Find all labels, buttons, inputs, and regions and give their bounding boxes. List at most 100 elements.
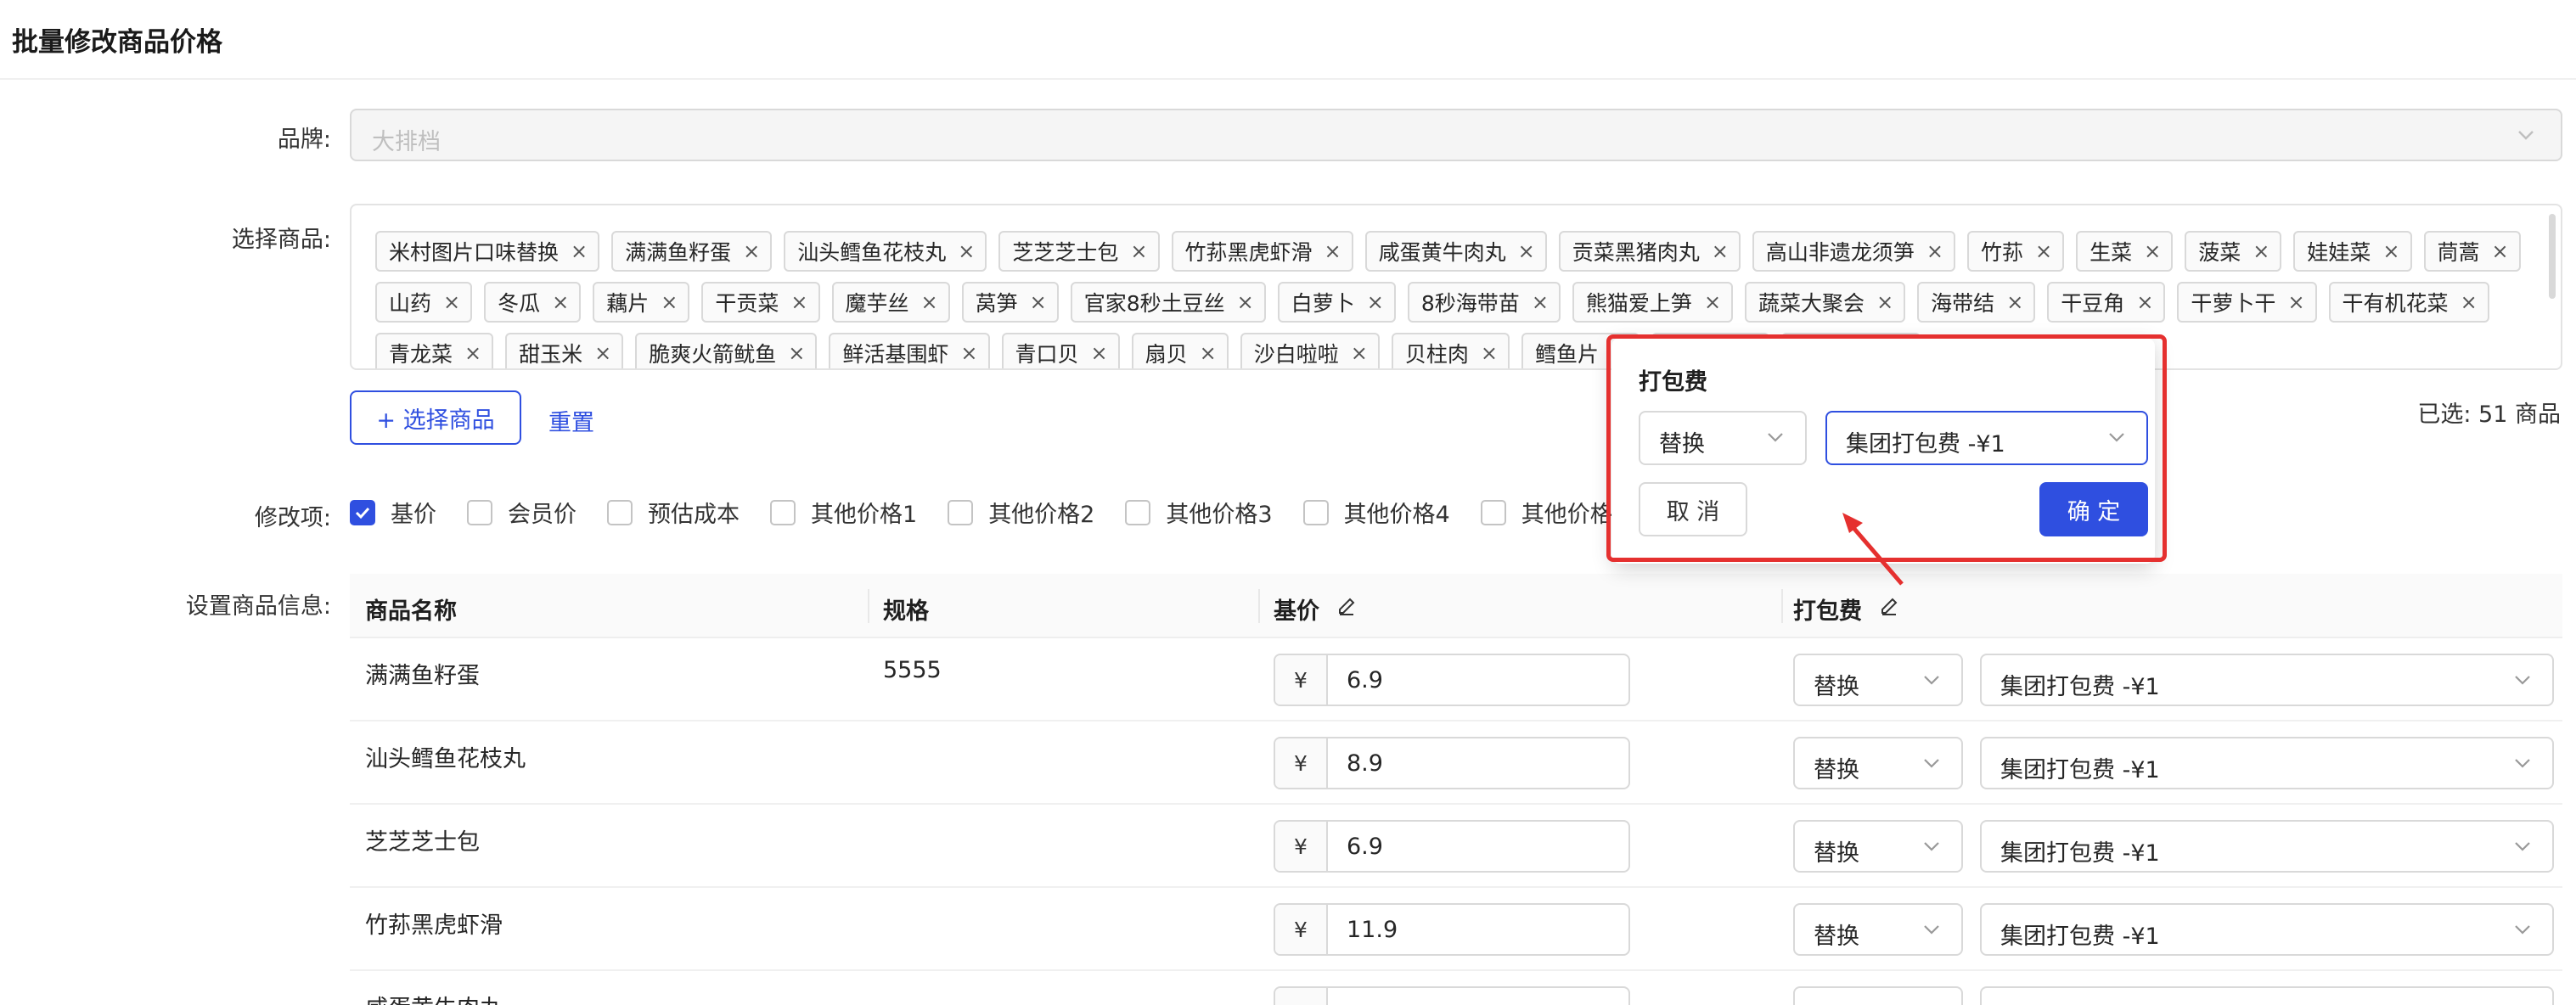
product-tag: 鲜活基围虾 × [829,333,990,368]
modify-option[interactable]: 其他价格5 [1480,496,1628,529]
modify-option[interactable]: 其他价格4 [1302,496,1450,529]
packing-mode-select[interactable]: 替换 [1793,737,1963,789]
close-icon[interactable]: × [2287,290,2304,314]
close-icon[interactable]: × [1130,239,1147,263]
modify-option[interactable]: 会员价 [467,496,577,529]
close-icon[interactable]: × [443,290,460,314]
product-tag-label: 菠菜 [2198,240,2241,265]
product-tags-list: 米村图片口味替换 × 满满鱼籽蛋 × 汕头鳕鱼花枝丸 × 芝芝芝士包 × 竹荪黑虎虾滑 × 咸蛋黄牛… [375,231,2532,368]
close-icon[interactable]: × [921,290,938,314]
packing-fee-select[interactable]: 集团打包费 -¥1 [1980,986,2554,1005]
popover-title: 打包费 [1639,369,1707,396]
select-products-button[interactable]: + 选择商品 [350,390,521,445]
modify-option[interactable]: 基价 [350,496,436,529]
chevron-down-icon [2513,122,2539,151]
checkbox[interactable] [607,499,633,525]
close-icon[interactable]: × [960,341,977,365]
close-icon[interactable]: × [1926,239,1943,263]
checkbox[interactable] [770,499,796,525]
close-icon[interactable]: × [1367,290,1384,314]
price-input[interactable]: ¥8.9 [1274,737,1630,789]
product-tag-label: 干贡菜 [715,291,779,316]
price-value: 11.9 [1347,916,1398,943]
product-tag-label: 竹荪黑虎虾滑 [1184,240,1313,265]
close-icon[interactable]: × [2006,290,2023,314]
packing-mode-select[interactable]: 替换 [1793,903,1963,956]
price-input[interactable]: ¥ [1274,986,1630,1005]
product-tag-label: 山药 [389,291,432,316]
close-icon[interactable]: × [2461,290,2478,314]
close-icon[interactable]: × [552,290,569,314]
checkbox[interactable] [1480,499,1506,525]
close-icon[interactable]: × [788,341,805,365]
brand-select[interactable]: 大排档 [350,109,2562,161]
close-icon[interactable]: × [1876,290,1893,314]
popover-cancel-button[interactable]: 取 消 [1639,482,1747,536]
packing-fee-select[interactable]: 集团打包费 -¥1 [1980,654,2554,706]
close-icon[interactable]: × [1030,290,1047,314]
close-icon[interactable]: × [661,290,678,314]
chevron-down-icon [1919,917,1944,946]
close-icon[interactable]: × [790,290,807,314]
popover-fee-select[interactable]: 集团打包费 -¥1 [1825,411,2148,465]
header-price: 基价 [1274,592,1358,626]
product-tag: 茼蒿 × [2423,231,2521,272]
close-icon[interactable]: × [2253,239,2269,263]
close-icon[interactable]: × [1351,341,1368,365]
close-icon[interactable]: × [1532,290,1549,314]
modify-option[interactable]: 其他价格3 [1125,496,1273,529]
checkbox-checked[interactable] [350,499,375,525]
checkbox[interactable] [467,499,492,525]
product-tag-label: 高山非遗龙须笋 [1765,240,1915,265]
close-icon[interactable]: × [1237,290,1254,314]
close-icon[interactable]: × [1481,341,1498,365]
product-tag: 汕头鳕鱼花枝丸 × [784,231,987,272]
price-input[interactable]: ¥11.9 [1274,903,1630,956]
product-name: 芝芝芝士包 [365,829,480,856]
packing-mode-select[interactable]: 替换 [1793,654,1963,706]
checkbox[interactable] [1125,499,1151,525]
product-name: 汕头鳕鱼花枝丸 [365,746,526,772]
close-icon[interactable]: × [2382,239,2399,263]
product-tags-box[interactable]: 米村图片口味替换 × 满满鱼籽蛋 × 汕头鳕鱼花枝丸 × 芝芝芝士包 × 竹荪黑虎虾滑 × 咸蛋黄牛… [350,204,2562,370]
packing-mode-value: 替换 [1814,840,1859,867]
modify-option[interactable]: 其他价格2 [948,496,1094,529]
close-icon[interactable]: × [1200,341,1217,365]
close-icon[interactable]: × [958,239,975,263]
price-input[interactable]: ¥6.9 [1274,820,1630,873]
close-icon[interactable]: × [2136,290,2153,314]
edit-icon[interactable] [1335,594,1358,624]
packing-mode-select[interactable]: 替换 [1793,986,1963,1005]
packing-fee-select[interactable]: 集团打包费 -¥1 [1980,903,2554,956]
page-title: 批量修改商品价格 [12,27,222,58]
modify-option[interactable]: 其他价格1 [770,496,917,529]
close-icon[interactable]: × [594,341,611,365]
close-icon[interactable]: × [2144,239,2161,263]
product-tag-label: 莴笋 [975,291,1018,316]
popover-confirm-button[interactable]: 确 定 [2039,482,2148,536]
popover-mode-select[interactable]: 替换 [1639,411,1807,465]
checkbox[interactable] [948,499,974,525]
modify-option[interactable]: 预估成本 [607,496,740,529]
packing-mode-select[interactable]: 替换 [1793,820,1963,873]
close-icon[interactable]: × [2492,239,2509,263]
modify-option-label: 其他价格4 [1343,502,1450,528]
packing-fee-select[interactable]: 集团打包费 -¥1 [1980,737,2554,789]
close-icon[interactable]: × [1091,341,1108,365]
packing-fee-select[interactable]: 集团打包费 -¥1 [1980,820,2554,873]
close-icon[interactable]: × [464,341,481,365]
tags-scrollbar[interactable] [2549,214,2556,299]
close-icon[interactable]: × [1704,290,1721,314]
reset-button[interactable]: 重置 [548,404,594,437]
close-icon[interactable]: × [571,239,588,263]
checkbox[interactable] [1302,499,1329,525]
close-icon[interactable]: × [1712,239,1729,263]
close-icon[interactable]: × [1518,239,1535,263]
edit-icon[interactable] [1877,594,1901,624]
close-icon[interactable]: × [2035,239,2052,263]
product-tag: 竹荪黑虎虾滑 × [1171,231,1353,272]
product-tag: 芝芝芝士包 × [998,231,1160,272]
close-icon[interactable]: × [1325,239,1341,263]
price-input[interactable]: ¥6.9 [1274,654,1630,706]
close-icon[interactable]: × [743,239,760,263]
